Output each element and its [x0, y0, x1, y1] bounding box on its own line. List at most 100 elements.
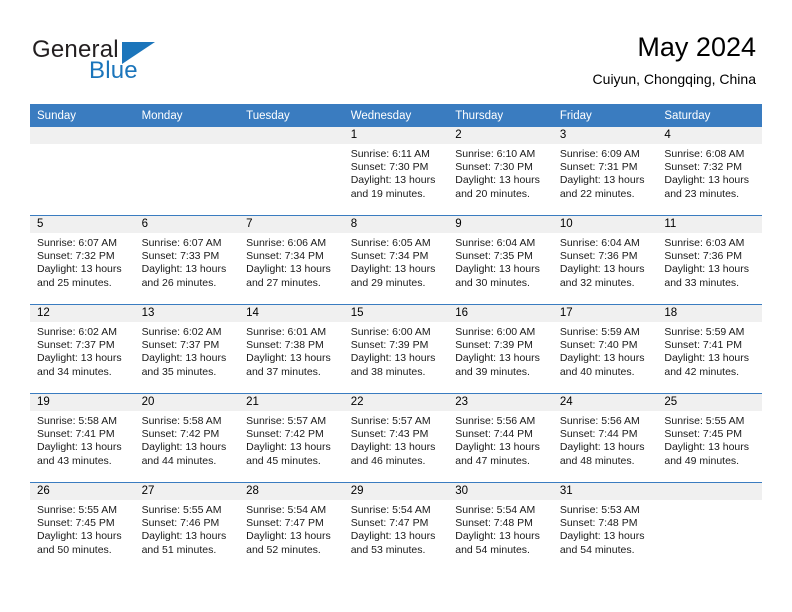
day-details: Sunrise: 5:54 AM Sunset: 7:48 PM Daylight:…	[448, 500, 553, 557]
daylight-text-line1: Daylight: 13 hours	[559, 174, 645, 187]
sunrise-text: Sunrise: 6:09 AM	[559, 148, 640, 160]
calendar-day-cell[interactable]: 16 Sunrise: 6:00 AM Sunset: 7:39 PM Dayligh…	[448, 304, 553, 394]
calendar-day-cell-empty	[30, 127, 135, 216]
calendar-day-cell[interactable]: 12 Sunrise: 6:02 AM Sunset: 7:37 PM Dayligh…	[30, 304, 135, 394]
calendar-day-cell[interactable]: 11 Sunrise: 6:03 AM Sunset: 7:36 PM Dayligh…	[657, 215, 762, 305]
daylight-text-line1: Daylight: 13 hours	[141, 263, 227, 276]
day-number: 14	[239, 305, 344, 322]
day-details: Sunrise: 5:59 AM Sunset: 7:40 PM Daylight:…	[553, 322, 658, 379]
calendar-day-cell[interactable]: 22 Sunrise: 5:57 AM Sunset: 7:43 PM Dayligh…	[343, 393, 449, 483]
day-details: Sunrise: 6:09 AM Sunset: 7:31 PM Daylight:…	[553, 144, 658, 201]
calendar-day-cell[interactable]: 23 Sunrise: 5:56 AM Sunset: 7:44 PM Dayligh…	[448, 393, 553, 483]
sunset-text: Sunset: 7:47 PM	[350, 517, 429, 530]
day-number: 3	[552, 127, 658, 144]
calendar-day-cell[interactable]: 4 Sunrise: 6:08 AM Sunset: 7:32 PM Daylight…	[657, 127, 762, 216]
weekday-header-monday: Monday	[134, 104, 240, 127]
daylight-text-line1: Daylight: 13 hours	[559, 352, 645, 365]
sunrise-text: Sunrise: 6:04 AM	[455, 237, 536, 249]
daylight-text-line1: Daylight: 13 hours	[37, 530, 122, 543]
day-details: Sunrise: 6:00 AM Sunset: 7:39 PM Daylight:…	[448, 322, 553, 379]
daylight-text-line1: Daylight: 13 hours	[141, 530, 227, 543]
sunrise-text: Sunrise: 6:00 AM	[350, 326, 431, 338]
calendar-day-cell[interactable]: 3 Sunrise: 6:09 AM Sunset: 7:31 PM Daylight…	[552, 127, 658, 216]
daylight-text-line1: Daylight: 13 hours	[246, 263, 331, 276]
day-cell-inner: 5 Sunrise: 6:07 AM Sunset: 7:32 PM Daylight…	[30, 216, 135, 304]
day-number: 27	[134, 483, 240, 500]
day-cell-inner: 6 Sunrise: 6:07 AM Sunset: 7:33 PM Daylight…	[134, 216, 240, 304]
calendar-day-cell[interactable]: 13 Sunrise: 6:02 AM Sunset: 7:37 PM Dayligh…	[134, 304, 240, 394]
daylight-text-line1: Daylight: 13 hours	[141, 441, 227, 454]
day-number: 9	[448, 216, 553, 233]
calendar-week-row: 26 Sunrise: 5:55 AM Sunset: 7:45 PM Dayligh…	[30, 482, 762, 571]
day-cell-inner: 12 Sunrise: 6:02 AM Sunset: 7:37 PM Dayligh…	[30, 305, 135, 393]
day-details: Sunrise: 5:53 AM Sunset: 7:48 PM Daylight:…	[553, 500, 658, 557]
calendar-day-cell[interactable]: 10 Sunrise: 6:04 AM Sunset: 7:36 PM Dayligh…	[552, 215, 658, 305]
title-block: May 2024 Cuiyun, Chongqing, China	[593, 30, 756, 89]
sunset-text: Sunset: 7:38 PM	[246, 339, 324, 352]
day-details: Sunrise: 5:56 AM Sunset: 7:44 PM Daylight:…	[448, 411, 553, 468]
day-number	[239, 127, 344, 144]
calendar-day-cell[interactable]: 30 Sunrise: 5:54 AM Sunset: 7:48 PM Dayligh…	[448, 482, 553, 571]
calendar-day-cell[interactable]: 25 Sunrise: 5:55 AM Sunset: 7:45 PM Dayligh…	[657, 393, 762, 483]
calendar-week-row: 12 Sunrise: 6:02 AM Sunset: 7:37 PM Dayligh…	[30, 304, 762, 394]
calendar-day-cell[interactable]: 8 Sunrise: 6:05 AM Sunset: 7:34 PM Daylight…	[343, 215, 449, 305]
sunset-text: Sunset: 7:46 PM	[141, 517, 220, 530]
sunset-text: Sunset: 7:41 PM	[37, 428, 115, 441]
day-number: 16	[448, 305, 553, 322]
daylight-text-line1: Daylight: 13 hours	[37, 263, 122, 276]
day-details: Sunrise: 5:54 AM Sunset: 7:47 PM Daylight:…	[239, 500, 344, 557]
daylight-text-line2: and 19 minutes.	[350, 187, 426, 200]
calendar-day-cell[interactable]: 5 Sunrise: 6:07 AM Sunset: 7:32 PM Daylight…	[30, 215, 135, 305]
day-details: Sunrise: 5:59 AM Sunset: 7:41 PM Daylight:…	[657, 322, 762, 379]
calendar-day-cell[interactable]: 26 Sunrise: 5:55 AM Sunset: 7:45 PM Dayligh…	[30, 482, 135, 571]
daylight-text-line1: Daylight: 13 hours	[559, 441, 645, 454]
weekday-header-wednesday: Wednesday	[343, 104, 449, 127]
sunrise-text: Sunrise: 5:58 AM	[37, 415, 117, 427]
weekday-header-saturday: Saturday	[657, 104, 762, 127]
day-cell-inner: 4 Sunrise: 6:08 AM Sunset: 7:32 PM Daylight…	[657, 127, 762, 215]
calendar-day-cell[interactable]: 18 Sunrise: 5:59 AM Sunset: 7:41 PM Dayligh…	[657, 304, 762, 394]
sunrise-text: Sunrise: 5:55 AM	[664, 415, 745, 427]
calendar-day-cell[interactable]: 2 Sunrise: 6:10 AM Sunset: 7:30 PM Daylight…	[448, 127, 553, 216]
daylight-text-line2: and 23 minutes.	[664, 187, 740, 200]
calendar-day-cell[interactable]: 9 Sunrise: 6:04 AM Sunset: 7:35 PM Daylight…	[448, 215, 553, 305]
sunset-text: Sunset: 7:32 PM	[664, 161, 743, 174]
calendar-day-cell[interactable]: 27 Sunrise: 5:55 AM Sunset: 7:46 PM Dayligh…	[134, 482, 240, 571]
calendar-day-cell[interactable]: 29 Sunrise: 5:54 AM Sunset: 7:47 PM Dayligh…	[343, 482, 449, 571]
daylight-text-line1: Daylight: 13 hours	[37, 441, 122, 454]
calendar-day-cell[interactable]: 15 Sunrise: 6:00 AM Sunset: 7:39 PM Dayligh…	[343, 304, 449, 394]
sunrise-text: Sunrise: 6:00 AM	[455, 326, 536, 338]
sunset-text: Sunset: 7:32 PM	[37, 250, 115, 263]
sunset-text: Sunset: 7:31 PM	[559, 161, 638, 174]
daylight-text-line2: and 54 minutes.	[559, 543, 635, 556]
calendar-day-cell[interactable]: 24 Sunrise: 5:56 AM Sunset: 7:44 PM Dayligh…	[552, 393, 658, 483]
sunset-text: Sunset: 7:33 PM	[141, 250, 220, 263]
day-cell-inner: 28 Sunrise: 5:54 AM Sunset: 7:47 PM Dayligh…	[239, 483, 344, 571]
weekday-header-sunday: Sunday	[30, 104, 135, 127]
daylight-text-line1: Daylight: 13 hours	[455, 352, 540, 365]
daylight-text-line1: Daylight: 13 hours	[350, 263, 436, 276]
daylight-text-line1: Daylight: 13 hours	[350, 530, 436, 543]
daylight-text-line2: and 35 minutes.	[141, 365, 217, 378]
day-number	[657, 483, 762, 500]
calendar-day-cell[interactable]: 1 Sunrise: 6:11 AM Sunset: 7:30 PM Daylight…	[343, 127, 449, 216]
sunrise-text: Sunrise: 6:01 AM	[246, 326, 327, 338]
page-subtitle: Cuiyun, Chongqing, China	[592, 71, 756, 87]
day-cell-inner: 29 Sunrise: 5:54 AM Sunset: 7:47 PM Dayligh…	[343, 483, 449, 571]
day-number: 19	[30, 394, 135, 411]
sunrise-text: Sunrise: 5:59 AM	[664, 326, 745, 338]
calendar-day-cell[interactable]: 31 Sunrise: 5:53 AM Sunset: 7:48 PM Dayligh…	[552, 482, 658, 571]
calendar-day-cell[interactable]: 20 Sunrise: 5:58 AM Sunset: 7:42 PM Dayligh…	[134, 393, 240, 483]
calendar-day-cell[interactable]: 28 Sunrise: 5:54 AM Sunset: 7:47 PM Dayligh…	[239, 482, 344, 571]
day-number: 10	[552, 216, 658, 233]
calendar-day-cell[interactable]: 17 Sunrise: 5:59 AM Sunset: 7:40 PM Dayligh…	[552, 304, 658, 394]
calendar-day-cell[interactable]: 21 Sunrise: 5:57 AM Sunset: 7:42 PM Dayligh…	[239, 393, 344, 483]
calendar-day-cell[interactable]: 7 Sunrise: 6:06 AM Sunset: 7:34 PM Daylight…	[239, 215, 344, 305]
day-cell-inner: 20 Sunrise: 5:58 AM Sunset: 7:42 PM Dayligh…	[134, 394, 240, 482]
day-cell-inner: 21 Sunrise: 5:57 AM Sunset: 7:42 PM Dayligh…	[239, 394, 344, 482]
calendar-day-cell[interactable]: 6 Sunrise: 6:07 AM Sunset: 7:33 PM Daylight…	[134, 215, 240, 305]
daylight-text-line2: and 25 minutes.	[37, 276, 112, 289]
calendar-day-cell[interactable]: 19 Sunrise: 5:58 AM Sunset: 7:41 PM Dayligh…	[30, 393, 135, 483]
calendar-day-cell[interactable]: 14 Sunrise: 6:01 AM Sunset: 7:38 PM Dayligh…	[239, 304, 344, 394]
daylight-text-line2: and 53 minutes.	[350, 543, 426, 556]
